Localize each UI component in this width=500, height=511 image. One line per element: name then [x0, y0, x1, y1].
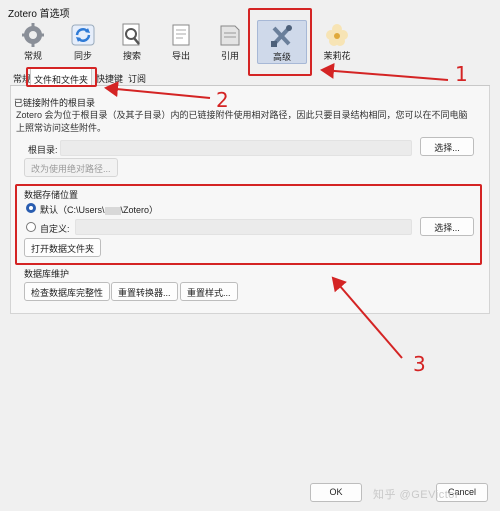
- annotation-number-2: 2: [216, 88, 229, 112]
- pane-sync-label: 同步: [73, 51, 92, 61]
- advanced-tools-icon: [271, 25, 292, 47]
- base-dir-field[interactable]: [60, 140, 412, 156]
- linked-attachments-description: Zotero 会为位于根目录（及其子目录）内的已链接附件使用相对路径，因此只要目…: [16, 110, 468, 133]
- ok-button[interactable]: OK: [310, 483, 362, 502]
- reset-styles-button[interactable]: 重置样式...: [180, 282, 238, 301]
- pane-search-label: 搜索: [122, 51, 141, 61]
- preferences-toolbar: 常规 同步 搜索 导出 引用 高级 茉莉花: [10, 20, 490, 64]
- base-dir-label: 根目录:: [28, 145, 58, 155]
- base-dir-choose-button[interactable]: 选择...: [420, 137, 474, 156]
- gear-icon: [22, 23, 44, 47]
- pane-export-label: 导出: [171, 51, 190, 61]
- data-location-title: 数据存储位置: [24, 190, 79, 200]
- default-location-label: 默认（C:\Users\ \Zotero）: [40, 203, 158, 216]
- reset-translators-button[interactable]: 重置转换器...: [111, 282, 178, 301]
- cite-icon: [220, 25, 240, 46]
- annotation-number-3: 3: [413, 352, 426, 376]
- custom-location-radio[interactable]: [26, 222, 36, 232]
- watermark-text: 知乎 @GEVictor: [373, 489, 460, 501]
- pane-general-button[interactable]: 常规: [10, 20, 56, 64]
- redacted-username: [104, 206, 121, 215]
- search-icon: [122, 23, 140, 46]
- default-location-prefix: 默认（C:\Users\: [40, 205, 105, 215]
- jasmine-flower-icon: [326, 24, 348, 46]
- custom-location-label: 自定义:: [40, 224, 70, 234]
- pane-jasmine-button[interactable]: 茉莉花: [312, 20, 362, 64]
- pane-cite-button[interactable]: 引用: [207, 20, 253, 64]
- export-icon: [172, 24, 190, 46]
- linked-attachments-title: 已链接附件的根目录: [14, 98, 96, 108]
- pane-search-button[interactable]: 搜索: [109, 20, 155, 64]
- default-location-radio[interactable]: [26, 203, 36, 213]
- open-data-folder-button[interactable]: 打开数据文件夹: [24, 238, 102, 257]
- pane-advanced-button[interactable]: 高级: [257, 20, 307, 64]
- sync-icon: [71, 24, 95, 46]
- tab-feeds[interactable]: 订阅: [125, 70, 149, 86]
- annotation-number-1: 1: [455, 62, 468, 86]
- pane-cite-label: 引用: [220, 51, 239, 61]
- pane-sync-button[interactable]: 同步: [60, 20, 106, 64]
- custom-location-field[interactable]: [75, 219, 412, 235]
- data-location-choose-button[interactable]: 选择...: [420, 217, 474, 236]
- tab-files-and-folders[interactable]: 文件和文件夹: [30, 68, 93, 87]
- pane-advanced-label: 高级: [272, 52, 291, 62]
- subtab-strip: 常规 文件和文件夹 快捷键 订阅: [10, 68, 490, 87]
- pane-jasmine-label: 茉莉花: [323, 51, 351, 61]
- pane-general-label: 常规: [23, 51, 42, 61]
- window-title: Zotero 首选项: [8, 9, 70, 20]
- default-location-suffix: \Zotero）: [120, 205, 159, 215]
- tab-shortcuts[interactable]: 快捷键: [93, 70, 126, 86]
- db-maintenance-title: 数据库维护: [24, 269, 70, 279]
- pane-export-button[interactable]: 导出: [158, 20, 204, 64]
- check-db-integrity-button[interactable]: 检查数据库完整性: [24, 282, 111, 301]
- revert-absolute-paths-button[interactable]: 改为使用绝对路径...: [24, 158, 118, 177]
